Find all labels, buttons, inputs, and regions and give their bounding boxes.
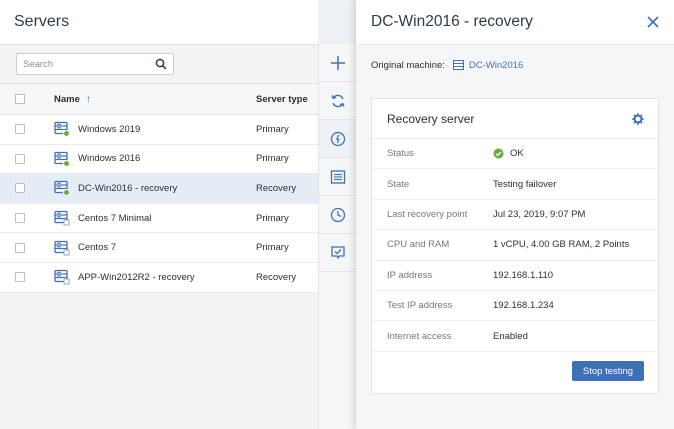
field-value: OK <box>510 148 524 160</box>
recovery-server-icon <box>54 270 70 285</box>
table-row[interactable]: Centos 7 Primary <box>0 233 318 263</box>
card-title: Recovery server <box>387 111 475 126</box>
server-type: Recovery <box>256 182 297 194</box>
table-row[interactable]: Windows 2016 Primary <box>0 144 318 175</box>
server-icon <box>54 240 70 256</box>
server-type: Primary <box>256 212 289 224</box>
field-value: 192.168.1.110 <box>493 269 554 281</box>
servers-panel: Servers Search Name ↑ Server type Window… <box>0 0 318 429</box>
page-title: Servers <box>14 13 70 30</box>
details-panel: DC-Win2016 - recovery Original machine: … <box>356 0 674 429</box>
original-machine-label: Original machine: <box>371 59 445 71</box>
server-icon <box>54 210 70 226</box>
ok-status-icon <box>493 148 504 159</box>
field-status: Status OK <box>372 139 658 170</box>
log-icon <box>330 169 345 184</box>
recovery-server-icon <box>54 181 70 197</box>
stop-testing-button[interactable]: Stop testing <box>572 361 644 381</box>
servers-table: Name ↑ Server type Windows 2019 Primary <box>0 83 318 293</box>
field-label: IP address <box>387 269 433 281</box>
field-label: State <box>387 178 410 190</box>
column-header-name[interactable]: Name ↑ <box>40 94 256 105</box>
table-row[interactable]: APP-Win2012R2 - recovery Recovery <box>0 262 318 293</box>
field-value: Jul 23, 2019, 9:07 PM <box>493 208 586 220</box>
server-type: Primary <box>256 153 289 165</box>
row-checkbox[interactable] <box>15 213 25 224</box>
plus-icon <box>330 55 345 70</box>
power-icon <box>330 131 345 146</box>
original-machine-link[interactable]: DC-Win2016 <box>452 59 524 71</box>
machine-icon <box>452 59 464 70</box>
table-header: Name ↑ Server type <box>0 84 318 115</box>
close-icon[interactable] <box>646 15 660 29</box>
field-value: 192.168.1.234 <box>493 300 554 312</box>
details-header: DC-Win2016 - recovery <box>356 0 674 45</box>
search-row: Search <box>0 45 318 83</box>
server-name: APP-Win2012R2 - recovery <box>78 271 195 283</box>
server-name: Windows 2019 <box>78 123 141 135</box>
field-value: Enabled <box>493 330 528 342</box>
servers-header: Servers <box>0 0 318 45</box>
row-checkbox[interactable] <box>15 153 25 164</box>
server-name: Centos 7 Minimal <box>78 212 152 224</box>
action-toolbar <box>318 44 356 429</box>
checklist-icon <box>330 245 345 259</box>
row-checkbox[interactable] <box>15 124 25 135</box>
refresh-icon <box>330 94 345 107</box>
history-button[interactable] <box>319 196 356 234</box>
original-machine-name: DC-Win2016 <box>468 59 524 71</box>
field-label: Test IP address <box>387 300 453 312</box>
field-label: Status <box>387 148 414 160</box>
table-row[interactable]: Windows 2019 Primary <box>0 115 318 145</box>
server-type: Primary <box>256 242 289 254</box>
select-all-checkbox[interactable] <box>15 94 25 104</box>
column-header-server-type[interactable]: Server type <box>256 94 308 105</box>
column-name-label: Name <box>54 93 80 105</box>
row-checkbox[interactable] <box>15 183 25 194</box>
field-label: CPU and RAM <box>387 239 450 251</box>
search-placeholder: Search <box>23 58 54 70</box>
field-internet-access: Internet access Enabled <box>372 321 658 352</box>
card-header: Recovery server <box>372 99 658 139</box>
log-button[interactable] <box>319 158 356 196</box>
field-value: 1 vCPU, 4.00 GB RAM, 2 Points <box>493 239 630 251</box>
field-cpu-ram: CPU and RAM 1 vCPU, 4.00 GB RAM, 2 Point… <box>372 230 658 261</box>
table-row[interactable]: Centos 7 Minimal Primary <box>0 203 318 234</box>
details-title: DC-Win2016 - recovery <box>371 13 533 30</box>
field-label: Last recovery point <box>387 208 468 220</box>
row-checkbox[interactable] <box>15 242 25 253</box>
server-name: Centos 7 <box>78 242 117 254</box>
sort-ascending-icon[interactable]: ↑ <box>86 94 91 105</box>
field-test-ip-address: Test IP address 192.168.1.234 <box>372 291 658 322</box>
server-icon <box>54 122 70 138</box>
recovery-server-card: Recovery server Status OK State Testing … <box>371 98 659 394</box>
refresh-button[interactable] <box>319 82 356 120</box>
table-row-selected[interactable]: DC-Win2016 - recovery Recovery <box>0 174 318 204</box>
search-input[interactable]: Search <box>16 53 174 75</box>
field-value: Testing failover <box>493 178 557 190</box>
server-name: Windows 2016 <box>78 153 141 165</box>
gear-icon[interactable] <box>632 112 644 125</box>
field-ip-address: IP address 192.168.1.110 <box>372 261 658 291</box>
server-icon <box>54 151 70 167</box>
original-machine-row: Original machine: DC-Win2016 <box>356 45 674 85</box>
search-icon[interactable] <box>155 58 167 70</box>
field-label: Internet access <box>387 330 452 342</box>
field-state: State Testing failover <box>372 169 658 200</box>
add-button[interactable] <box>319 44 356 82</box>
server-type: Recovery <box>256 271 297 283</box>
row-checkbox[interactable] <box>15 272 25 283</box>
field-last-recovery-point: Last recovery point Jul 23, 2019, 9:07 P… <box>372 200 658 231</box>
server-name: DC-Win2016 - recovery <box>78 182 178 194</box>
clock-icon <box>330 207 345 222</box>
tasks-button[interactable] <box>319 234 356 272</box>
server-type: Primary <box>256 123 289 135</box>
power-button[interactable] <box>319 120 356 158</box>
